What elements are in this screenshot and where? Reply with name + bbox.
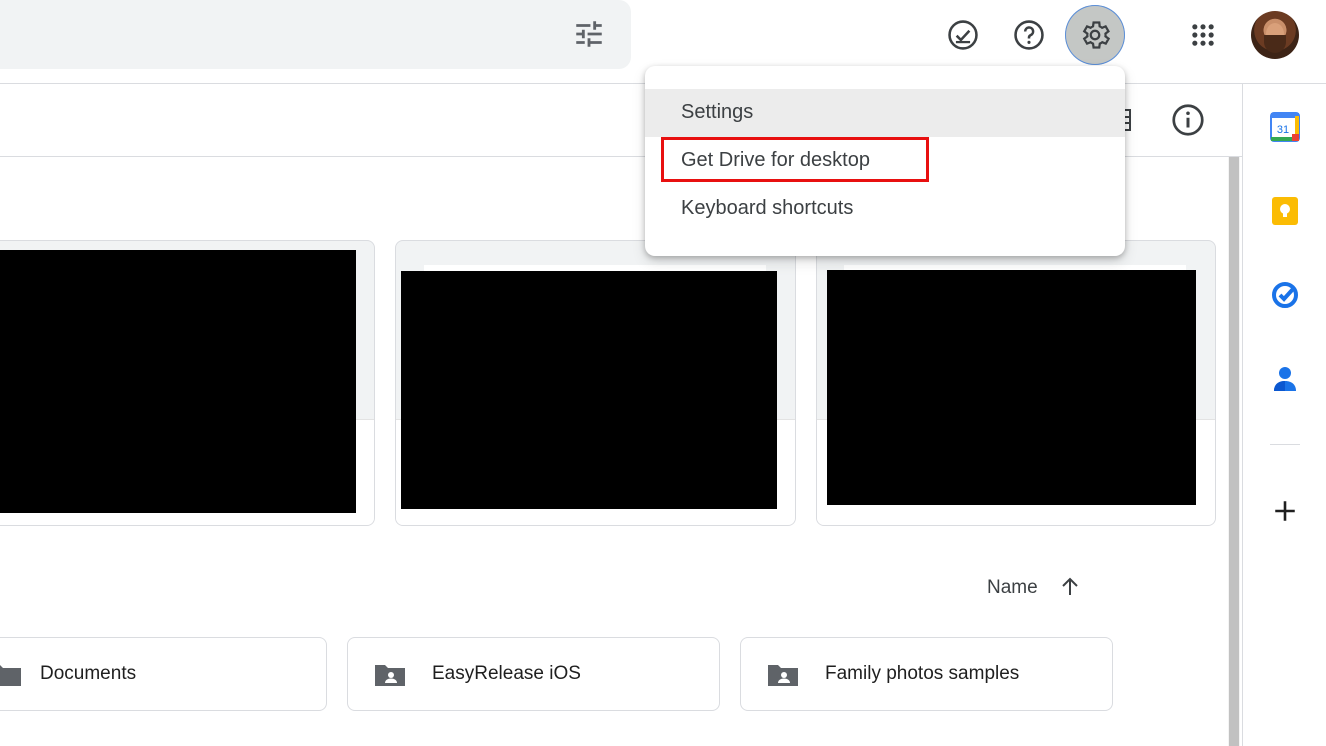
keep-icon[interactable] <box>1270 196 1300 226</box>
folder-item[interactable]: Family photos samples <box>740 637 1113 711</box>
folder-icon <box>0 665 21 686</box>
file-card[interactable] <box>816 240 1216 526</box>
contacts-icon[interactable] <box>1270 364 1300 394</box>
avatar[interactable] <box>1251 11 1299 59</box>
redacted-thumbnail <box>827 270 1196 505</box>
calendar-day: 31 <box>1277 124 1289 136</box>
settings-gear-icon <box>1082 21 1111 49</box>
shared-folder-icon <box>375 665 405 686</box>
sort-name-label[interactable]: Name <box>987 577 1038 599</box>
menu-item-settings[interactable]: Settings <box>645 89 1125 137</box>
tune-icon[interactable] <box>572 17 606 51</box>
menu-item-keyboard-shortcuts[interactable]: Keyboard shortcuts <box>645 185 1125 233</box>
redacted-thumbnail <box>401 271 777 509</box>
info-icon[interactable] <box>1170 102 1206 138</box>
annotation-highlight-box <box>661 137 929 182</box>
folder-item[interactable]: EasyRelease iOS <box>347 637 720 711</box>
sort-ascending-arrow-icon[interactable] <box>1058 575 1082 599</box>
help-icon[interactable] <box>1009 15 1049 55</box>
tasks-icon[interactable] <box>1270 280 1300 310</box>
side-panel: 31 <box>1242 84 1326 746</box>
folder-item[interactable]: Documents <box>0 637 327 711</box>
menu-item-label: Settings <box>681 101 754 123</box>
folder-name: EasyRelease iOS <box>432 663 581 684</box>
side-divider <box>1270 444 1300 445</box>
shared-folder-icon <box>768 665 798 686</box>
plus-icon[interactable] <box>1270 496 1300 526</box>
folder-name: Documents <box>40 663 137 684</box>
calendar-icon[interactable]: 31 <box>1270 112 1300 142</box>
menu-item-label: Keyboard shortcuts <box>681 197 854 219</box>
ready-for-offline-icon[interactable] <box>943 15 983 55</box>
file-card[interactable] <box>395 240 796 526</box>
settings-gear-button[interactable] <box>1065 5 1125 65</box>
scrollbar-thumb[interactable] <box>1229 157 1239 746</box>
search-box[interactable] <box>0 0 631 69</box>
folder-name: Family photos samples <box>825 663 1020 684</box>
apps-grid-icon[interactable] <box>1183 15 1223 55</box>
redacted-thumbnail <box>0 250 356 513</box>
file-card[interactable] <box>0 240 375 526</box>
